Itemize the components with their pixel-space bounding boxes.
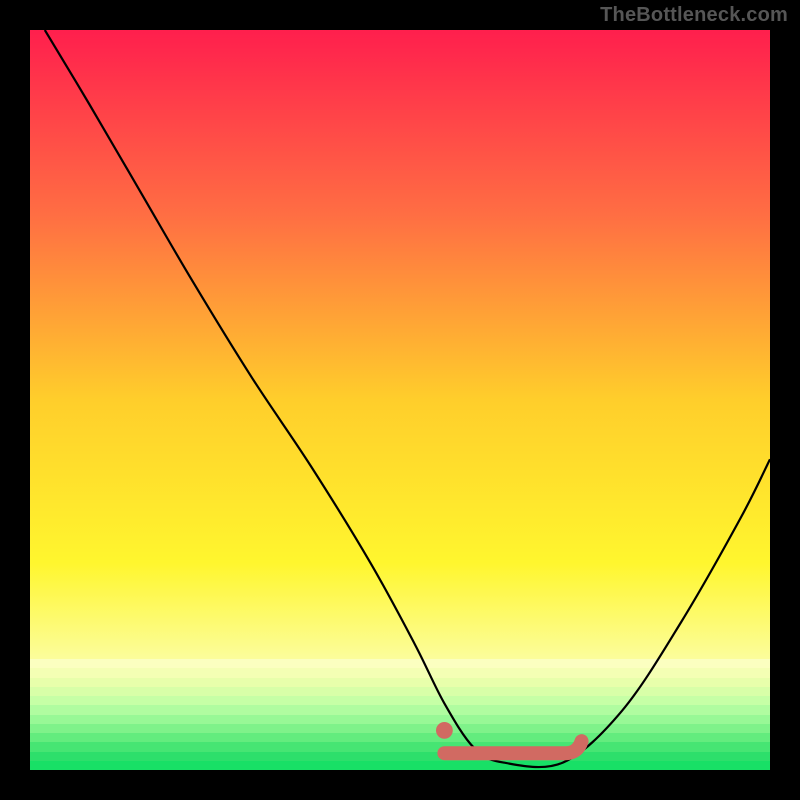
plot-area <box>30 30 770 770</box>
marker-dot <box>436 722 453 739</box>
flat-range-highlight <box>444 741 581 753</box>
curve-layer <box>30 30 770 770</box>
chart-frame: TheBottleneck.com <box>0 0 800 800</box>
bottleneck-curve <box>45 30 770 767</box>
watermark-text: TheBottleneck.com <box>600 4 788 27</box>
